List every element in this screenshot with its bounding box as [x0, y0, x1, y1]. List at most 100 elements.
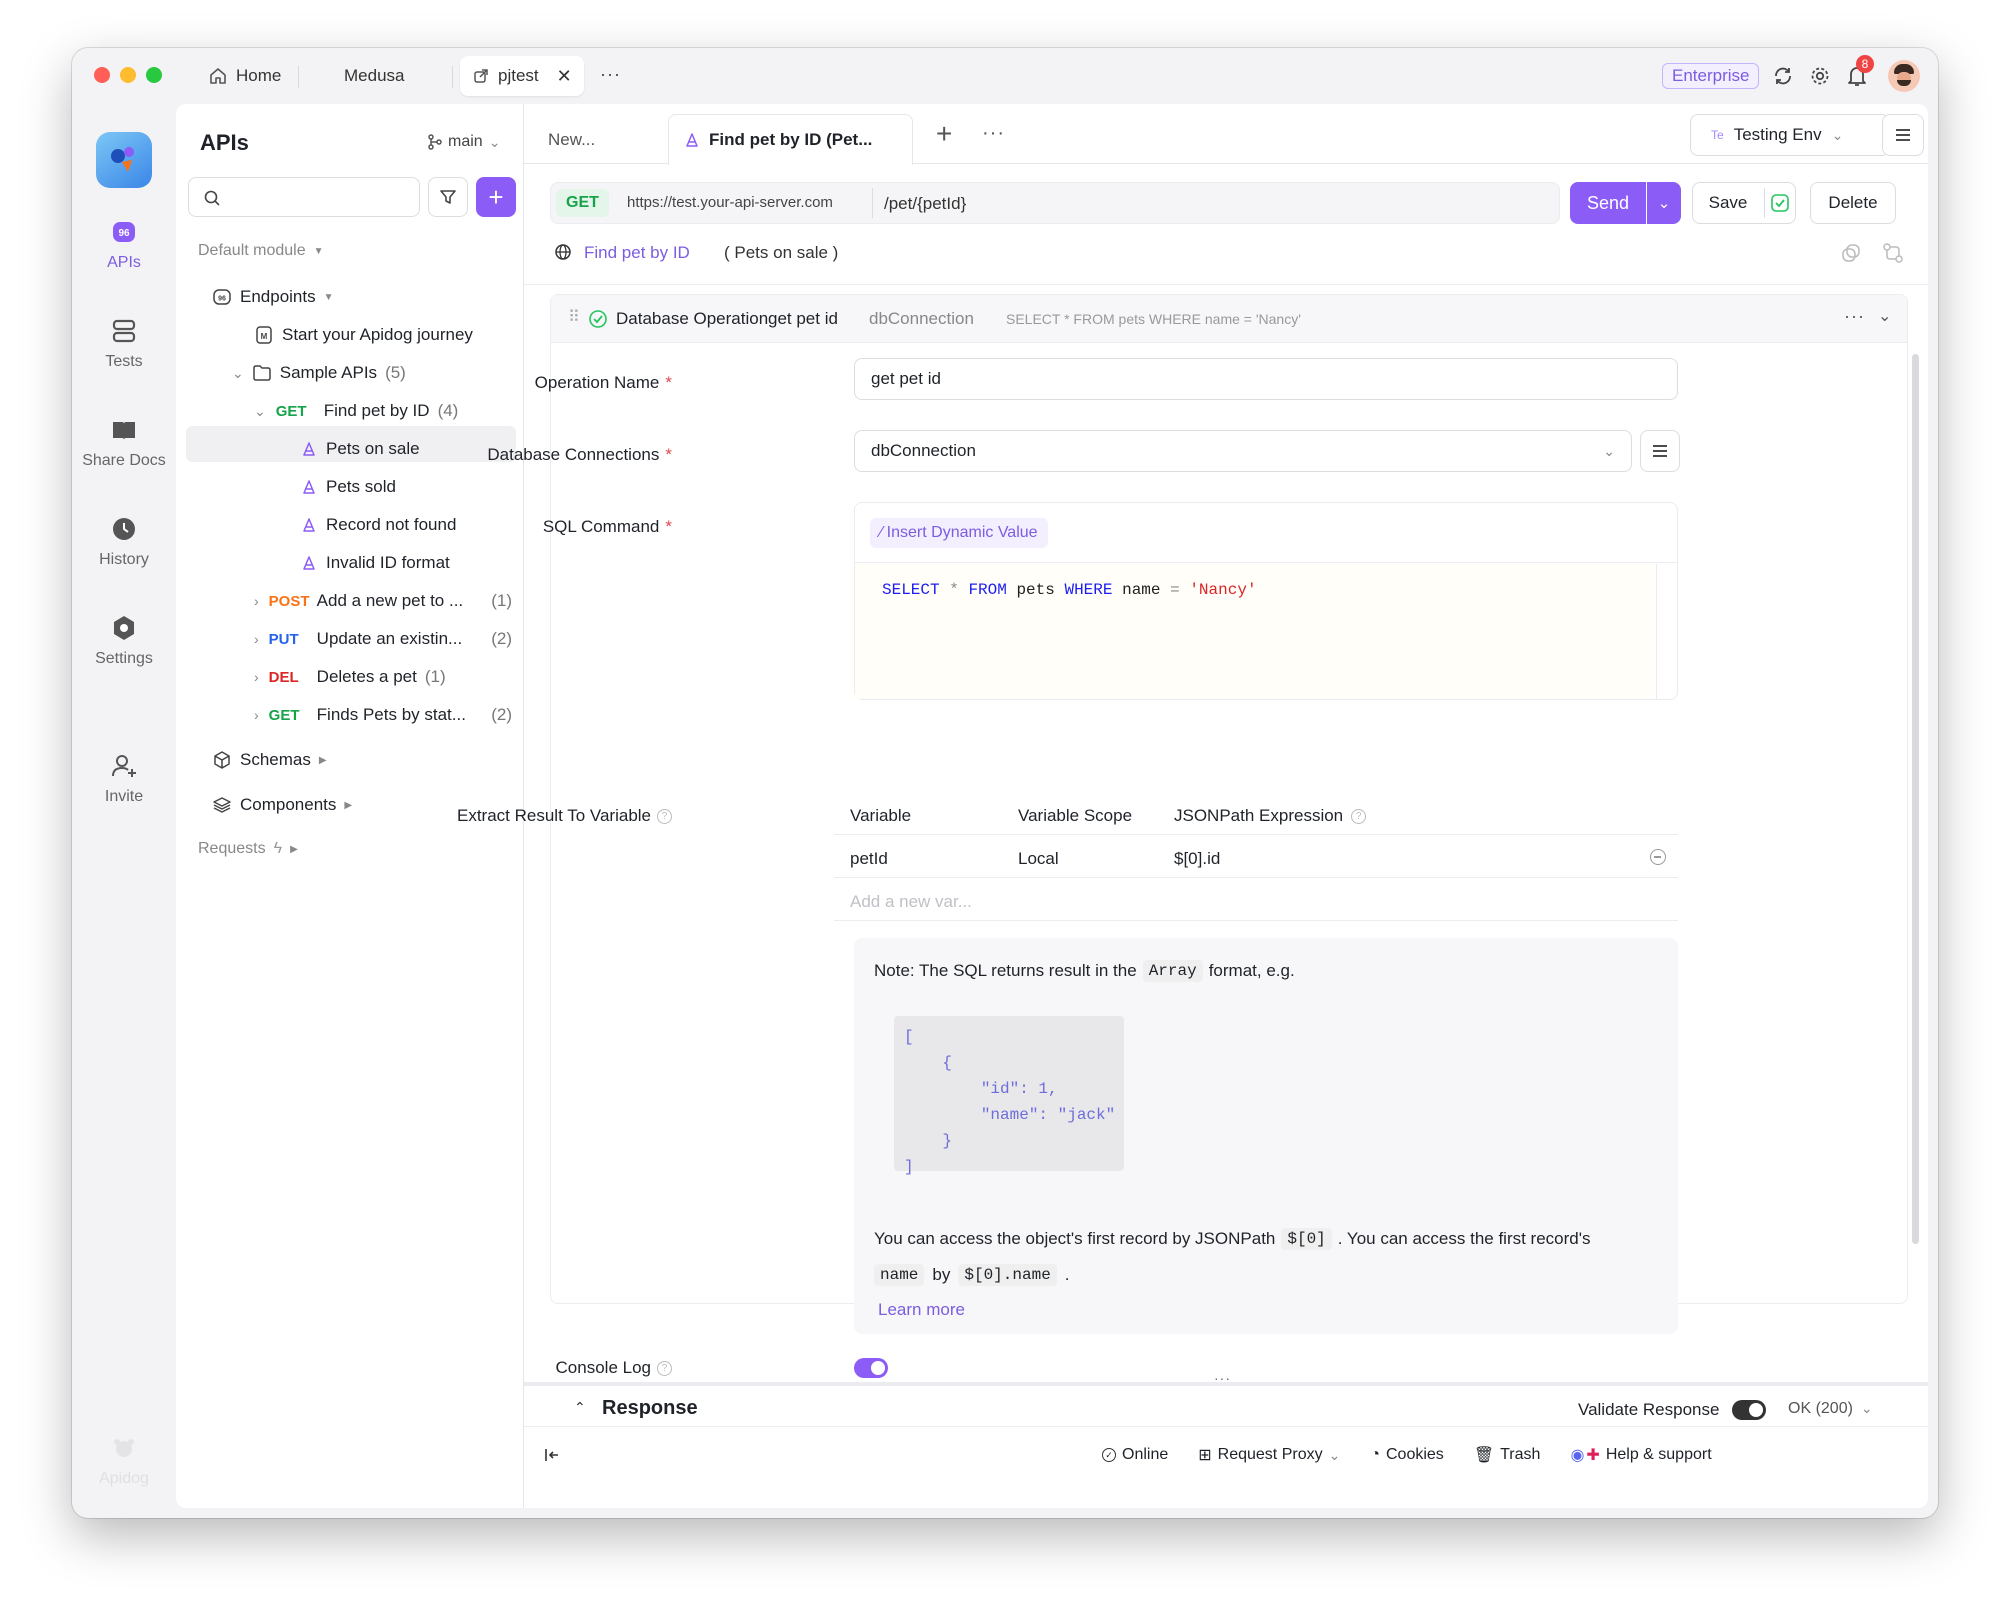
tab-more-icon[interactable]: ···: [982, 122, 1005, 145]
check-circle-icon: [589, 310, 607, 328]
save-button[interactable]: Save: [1692, 182, 1764, 224]
remove-row-icon[interactable]: [1650, 849, 1666, 865]
chevron-up-icon[interactable]: ⌃: [574, 1399, 586, 1416]
new-tab-button[interactable]: +: [936, 118, 952, 150]
enterprise-badge[interactable]: Enterprise: [1662, 63, 1760, 89]
sql-scrollbar[interactable]: [1656, 564, 1676, 699]
nav-share-docs[interactable]: Share Docs: [72, 416, 176, 470]
operation-name-input[interactable]: get pet id: [854, 358, 1678, 400]
clock-icon: [113, 518, 135, 540]
tree-endpoint-delete-pet[interactable]: › DEL Deletes a pet (1): [254, 667, 446, 687]
operation-more-icon[interactable]: ···: [1844, 306, 1865, 327]
nav-tests[interactable]: Tests: [72, 317, 176, 371]
caret-down-icon: ▼: [313, 245, 324, 257]
breadcrumb-endpoint-link[interactable]: Find pet by ID: [584, 243, 690, 263]
nav-history[interactable]: History: [72, 515, 176, 569]
branch-selector[interactable]: main ⌄: [428, 133, 500, 151]
project-logo[interactable]: [96, 132, 152, 188]
tree-endpoints[interactable]: 96 Endpoints ▼: [212, 287, 334, 307]
tree-example-invalid-id[interactable]: Invalid ID format: [300, 553, 450, 573]
check-square-icon[interactable]: [1770, 193, 1790, 213]
help-icon[interactable]: ?: [657, 1360, 672, 1376]
send-options-button[interactable]: ⌄: [1647, 182, 1681, 224]
method-selector[interactable]: GET: [556, 189, 609, 217]
avatar[interactable]: [1888, 60, 1920, 92]
console-log-toggle[interactable]: [854, 1358, 888, 1378]
minimize-window-button[interactable]: [120, 67, 136, 83]
module-selector[interactable]: Default module ▼: [198, 242, 324, 260]
editor-tab-new[interactable]: New...: [548, 130, 595, 150]
tree-item-count: (5): [385, 363, 406, 382]
menu-button[interactable]: [1882, 114, 1924, 156]
editor-tab-find-pet[interactable]: Find pet by ID (Pet...: [668, 114, 913, 165]
more-tabs-icon[interactable]: ···: [600, 64, 621, 85]
db-connection-select[interactable]: dbConnection ⌄: [854, 430, 1632, 472]
note-suffix: format, e.g.: [1208, 961, 1295, 980]
example-icon: [686, 133, 698, 147]
request-proxy-menu[interactable]: ⊞ Request Proxy ⌄: [1198, 1445, 1340, 1465]
online-status[interactable]: ✓ Online: [1102, 1445, 1168, 1465]
nav-invite[interactable]: Invite: [72, 752, 176, 806]
extract-scope-cell[interactable]: Local: [1018, 849, 1059, 869]
db-connection-manage-button[interactable]: [1640, 430, 1680, 472]
tree-schemas[interactable]: Schemas ▶: [212, 750, 327, 770]
tree-components[interactable]: Components ▶: [212, 795, 352, 815]
search-input[interactable]: [188, 177, 420, 217]
caret-right-icon: ▶: [290, 843, 298, 855]
close-tab-icon[interactable]: ✕: [557, 66, 572, 87]
response-title[interactable]: Response: [602, 1397, 698, 1420]
method-badge: POST: [268, 592, 310, 610]
trash-button[interactable]: 🗑︎ Trash: [1474, 1445, 1541, 1465]
tab-home[interactable]: Home: [208, 56, 281, 96]
tab-home-label: Home: [236, 66, 282, 85]
tree-endpoint-find-pet[interactable]: ⌄ GET Find pet by ID (4): [254, 401, 458, 421]
learn-more-link[interactable]: Learn more: [878, 1300, 965, 1320]
collapse-sidebar-icon[interactable]: [544, 1447, 562, 1463]
add-button[interactable]: +: [476, 177, 516, 217]
discord-icon: ◉: [1570, 1447, 1585, 1464]
copy-icon[interactable]: [1840, 242, 1862, 264]
collapse-chevron-icon[interactable]: ⌄: [1878, 306, 1891, 326]
tree-item-label: Deletes a pet: [316, 667, 417, 686]
extract-variable-cell[interactable]: petId: [850, 849, 888, 869]
help-icon[interactable]: ?: [1351, 808, 1367, 824]
path-input[interactable]: /pet/{petId}: [884, 194, 966, 214]
cookies-button[interactable]: ◔ Cookies: [1370, 1445, 1443, 1465]
insert-dynamic-value-button[interactable]: ⁄ Insert Dynamic Value: [870, 518, 1048, 548]
tab-medusa[interactable]: Medusa: [344, 56, 404, 96]
tree-endpoint-add-pet[interactable]: › POST Add a new pet to ... (1): [254, 591, 512, 611]
tree-endpoint-find-by-status[interactable]: › GET Finds Pets by stat... (2): [254, 705, 512, 725]
brand-watermark: Apidog: [72, 1434, 176, 1488]
extract-jsonpath-cell[interactable]: $[0].id: [1174, 849, 1220, 869]
tree-requests[interactable]: Requests ϟ ▶: [198, 840, 298, 858]
help-icon[interactable]: ?: [657, 808, 672, 824]
divider: [834, 877, 1678, 878]
validate-response-toggle[interactable]: [1732, 1400, 1766, 1420]
drag-handle-icon[interactable]: ⠿: [568, 307, 580, 327]
zoom-window-button[interactable]: [146, 67, 162, 83]
close-window-button[interactable]: [94, 67, 110, 83]
nav-settings[interactable]: Settings: [72, 614, 176, 668]
drag-dots-icon[interactable]: ···: [1214, 1370, 1231, 1386]
filter-button[interactable]: [428, 177, 468, 217]
method-badge: DEL: [268, 668, 299, 686]
nav-apis[interactable]: 96 APIs: [72, 218, 176, 272]
tree-item-journey[interactable]: M Start your Apidog journey: [254, 325, 473, 345]
tree-example-pets-on-sale[interactable]: Pets on sale: [300, 439, 420, 459]
validate-response-label: Validate Response: [1578, 1400, 1720, 1419]
response-status-select[interactable]: OK (200) ⌄: [1788, 1400, 1873, 1418]
tab-pjtest[interactable]: pjtest ✕: [460, 56, 584, 96]
environment-selector[interactable]: Te Testing Env ⌄: [1690, 114, 1890, 156]
tree-example-pets-sold[interactable]: Pets sold: [300, 477, 396, 497]
compare-icon[interactable]: [1882, 242, 1904, 264]
delete-button[interactable]: Delete: [1810, 182, 1896, 224]
tree-endpoint-update-pet[interactable]: › PUT Update an existin... (2): [254, 629, 512, 649]
add-variable-input[interactable]: Add a new var...: [850, 892, 972, 912]
tree-example-record-not-found[interactable]: Record not found: [300, 515, 456, 535]
tree-folder-sample-apis[interactable]: ⌄ Sample APIs (5): [232, 363, 406, 383]
sync-icon[interactable]: [1772, 65, 1794, 87]
send-button[interactable]: Send: [1570, 182, 1646, 224]
content-scrollbar[interactable]: [1912, 354, 1919, 1244]
help-support-button[interactable]: ◉ ✚ Help & support: [1570, 1445, 1711, 1465]
gear-icon[interactable]: [1809, 65, 1831, 87]
